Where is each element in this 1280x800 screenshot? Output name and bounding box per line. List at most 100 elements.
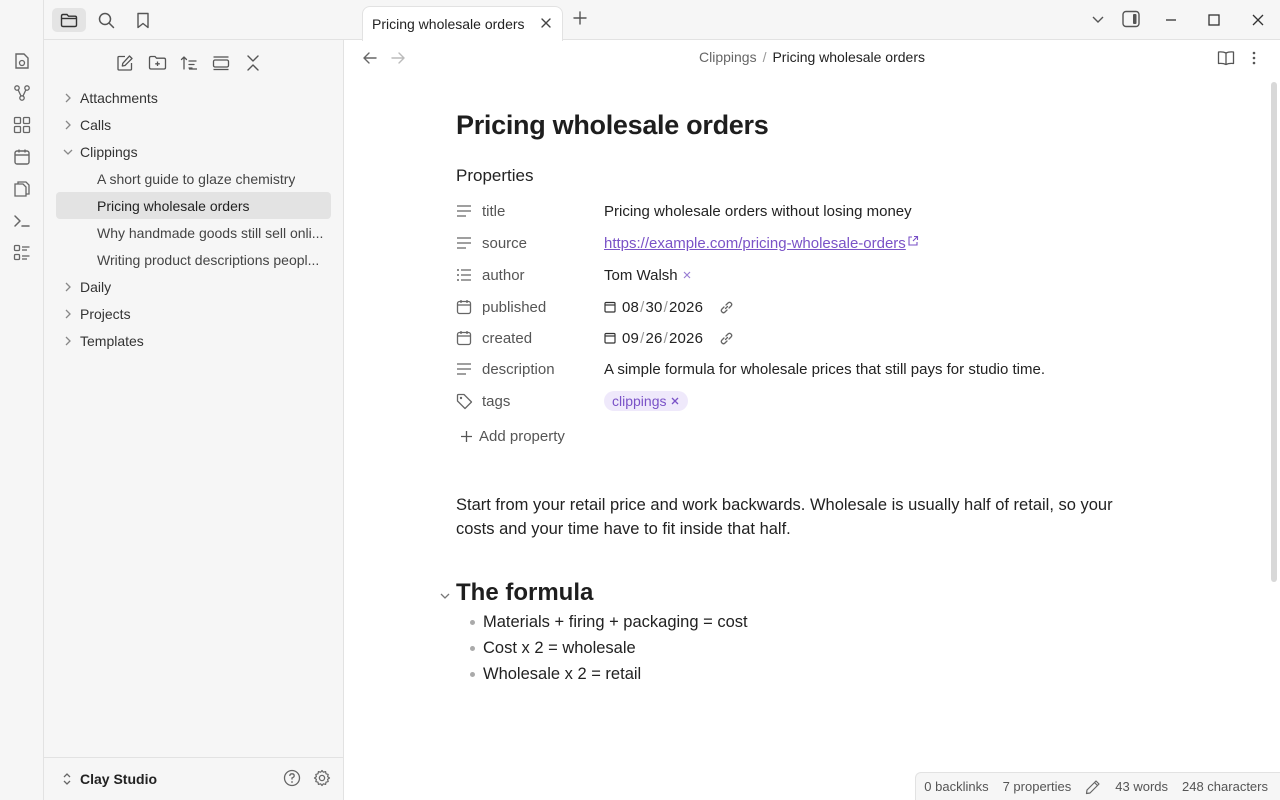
breadcrumb-current[interactable]: Pricing wholesale orders	[772, 49, 925, 65]
backlinks-count[interactable]: 0 backlinks	[924, 779, 988, 794]
folder-label: Calls	[80, 116, 112, 133]
folder-projects[interactable]: Projects	[56, 300, 331, 327]
chevron-up-down-icon	[62, 772, 72, 786]
property-key[interactable]: source	[482, 235, 604, 252]
collapse-all-icon[interactable]	[242, 52, 264, 74]
formula-list: Materials + firing + packaging = cost Co…	[470, 609, 748, 687]
list-icon[interactable]	[11, 242, 33, 264]
date-input[interactable]: 09/26/2026	[604, 330, 734, 347]
file-explorer-folder-icon[interactable]	[52, 8, 86, 32]
link-icon[interactable]	[719, 300, 734, 315]
left-ribbon	[0, 0, 44, 800]
list-item[interactable]: Materials + firing + packaging = cost	[470, 609, 748, 635]
vault-switcher[interactable]: Clay Studio	[44, 757, 343, 800]
remove-x-icon[interactable]	[670, 396, 680, 406]
calendar-small-icon	[604, 301, 616, 313]
right-sidebar-toggle-icon[interactable]	[1122, 10, 1140, 28]
text-lines-icon[interactable]	[456, 362, 482, 376]
file-item[interactable]: Why handmade goods still sell onli...	[56, 219, 331, 246]
graph-icon[interactable]	[11, 82, 33, 104]
reading-view-book-icon[interactable]	[1217, 50, 1235, 66]
property-key[interactable]: title	[482, 203, 604, 220]
collapse-view-icon[interactable]	[210, 52, 232, 74]
add-property-label: Add property	[479, 428, 565, 445]
file-item[interactable]: A short guide to glaze chemistry	[56, 165, 331, 192]
folder-templates[interactable]: Templates	[56, 327, 331, 354]
file-label: Why handmade goods still sell onli...	[97, 224, 324, 241]
property-value[interactable]: Pricing wholesale orders without losing …	[604, 203, 912, 220]
source-link[interactable]: https://example.com/pricing-wholesale-or…	[604, 235, 906, 252]
minimize-icon[interactable]	[1164, 10, 1178, 30]
link-icon[interactable]	[719, 331, 734, 346]
new-folder-icon[interactable]	[146, 52, 168, 74]
bookmark-icon[interactable]	[126, 8, 160, 32]
search-icon[interactable]	[89, 8, 123, 32]
property-key[interactable]: published	[482, 299, 604, 316]
folder-calls[interactable]: Calls	[56, 111, 331, 138]
bullet-dot	[470, 619, 475, 625]
file-tree: Attachments Calls Clippings A short guid…	[56, 84, 331, 354]
file-label: Pricing wholesale orders	[97, 197, 250, 214]
list-item[interactable]: Cost x 2 = wholesale	[470, 635, 748, 661]
property-key[interactable]: description	[482, 361, 604, 378]
breadcrumb-parent[interactable]: Clippings	[699, 49, 757, 65]
file-explorer: Attachments Calls Clippings A short guid…	[44, 40, 344, 800]
close-icon[interactable]	[539, 16, 553, 30]
new-tab-plus-icon[interactable]	[572, 10, 588, 26]
add-property-button[interactable]: Add property	[460, 428, 565, 445]
more-options-icon[interactable]	[1248, 50, 1260, 66]
tab-list-chevron-down-icon[interactable]	[1091, 10, 1105, 30]
calendar-icon[interactable]	[456, 330, 482, 346]
vault-name: Clay Studio	[80, 771, 158, 787]
calendar-icon[interactable]	[11, 146, 33, 168]
tab-active[interactable]: Pricing wholesale orders	[362, 6, 563, 41]
new-note-icon[interactable]	[114, 52, 136, 74]
property-key[interactable]: tags	[482, 393, 604, 410]
folder-attachments[interactable]: Attachments	[56, 84, 331, 111]
calendar-icon[interactable]	[456, 299, 482, 315]
tag-icon[interactable]	[456, 393, 482, 410]
sidebar-header	[0, 0, 344, 40]
file-item[interactable]: Writing product descriptions peopl...	[56, 246, 331, 273]
breadcrumb-separator: /	[762, 49, 767, 65]
word-count: 43 words	[1115, 779, 1168, 794]
folder-daily[interactable]: Daily	[56, 273, 331, 300]
property-source: source https://example.com/pricing-whole…	[456, 228, 1156, 258]
property-key[interactable]: author	[482, 267, 604, 284]
tag-pill[interactable]: clippings	[604, 391, 689, 411]
note-paragraph[interactable]: Start from your retail price and work ba…	[456, 493, 1146, 541]
date-month: 08	[622, 298, 640, 316]
property-key[interactable]: created	[482, 330, 604, 347]
help-icon[interactable]	[283, 769, 301, 790]
external-link-icon[interactable]	[907, 235, 919, 247]
tab-title: Pricing wholesale orders	[372, 16, 525, 32]
daily-note-icon[interactable]	[11, 50, 33, 72]
heading-collapse-chevron-icon[interactable]	[439, 590, 451, 602]
edit-pencil-icon[interactable]	[1085, 779, 1101, 795]
date-input[interactable]: 08/30/2026	[604, 299, 734, 316]
author-value[interactable]: Tom Walsh	[604, 267, 678, 284]
folder-label: Attachments	[80, 89, 158, 106]
pages-icon[interactable]	[11, 178, 33, 200]
terminal-icon[interactable]	[11, 210, 33, 232]
note-title[interactable]: Pricing wholesale orders	[456, 110, 769, 141]
properties-heading[interactable]: Properties	[456, 166, 533, 186]
text-lines-icon[interactable]	[456, 204, 482, 218]
text-lines-icon[interactable]	[456, 236, 482, 250]
scrollbar[interactable]	[1271, 82, 1277, 582]
sort-icon[interactable]	[178, 52, 200, 74]
list-icon[interactable]	[456, 268, 482, 282]
window-close-icon[interactable]	[1251, 10, 1265, 30]
file-label: A short guide to glaze chemistry	[97, 170, 296, 187]
chevron-right-icon	[56, 336, 80, 346]
folder-clippings[interactable]: Clippings	[56, 138, 331, 165]
canvas-icon[interactable]	[11, 114, 33, 136]
property-value[interactable]: A simple formula for wholesale prices th…	[604, 361, 1045, 378]
property-author: author Tom Walsh	[456, 260, 1156, 290]
file-item-selected[interactable]: Pricing wholesale orders	[56, 192, 331, 219]
remove-x-icon[interactable]	[682, 270, 692, 280]
maximize-icon[interactable]	[1207, 10, 1221, 30]
settings-gear-icon[interactable]	[313, 769, 331, 790]
list-item[interactable]: Wholesale x 2 = retail	[470, 661, 748, 687]
section-heading[interactable]: The formula	[456, 579, 593, 607]
